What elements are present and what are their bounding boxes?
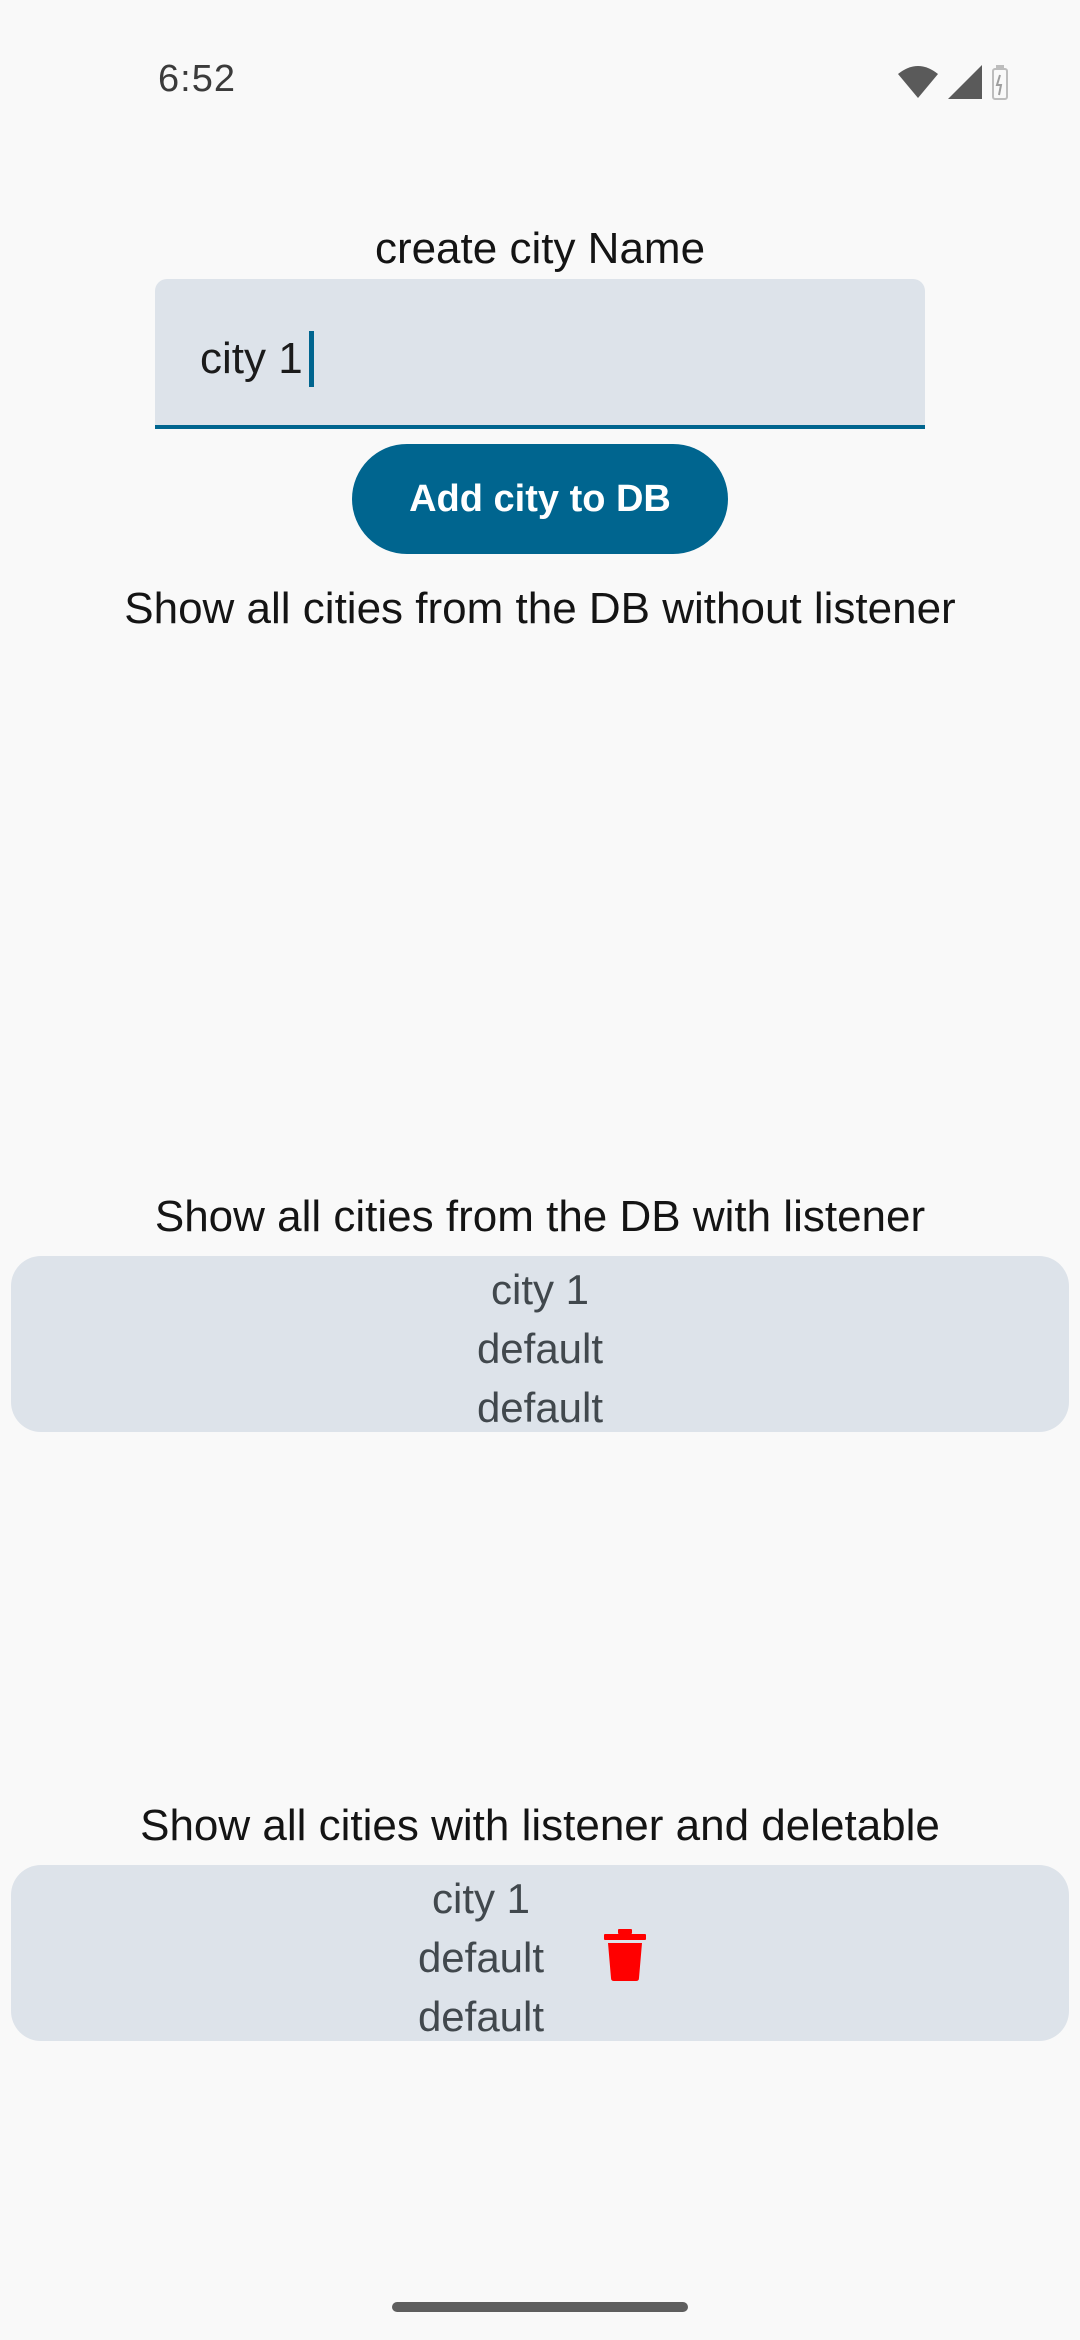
city-field: default	[417, 1934, 545, 1981]
status-time: 6:52	[158, 58, 236, 100]
city-field: default	[476, 1325, 604, 1372]
cell-signal-icon	[946, 63, 984, 101]
city-name-input[interactable]: city 1	[155, 279, 925, 429]
city-name: city 1	[431, 1875, 531, 1922]
trash-icon	[604, 1928, 646, 1986]
status-icons	[896, 60, 1010, 104]
city-field: default	[417, 1993, 545, 2040]
create-city-label: create city Name	[374, 224, 706, 273]
city-name: city 1	[490, 1266, 590, 1313]
home-indicator[interactable]	[392, 2302, 688, 2312]
city-field: default	[476, 1384, 604, 1431]
battery-icon	[990, 63, 1010, 101]
city-card-listener: city 1 default default	[11, 1256, 1069, 1432]
section-no-listener-label: Show all cities from the DB without list…	[124, 584, 956, 633]
city-card-deletable: city 1 default default	[11, 1865, 1069, 2041]
section-deletable-label: Show all cities with listener and deleta…	[140, 1801, 940, 1850]
section-listener-label: Show all cities from the DB with listene…	[154, 1192, 926, 1241]
delete-city-button[interactable]	[593, 1925, 657, 1989]
wifi-icon	[896, 64, 940, 100]
status-bar: 6:52	[0, 0, 1080, 120]
text-cursor	[308, 331, 314, 387]
add-city-button[interactable]: Add city to DB	[352, 444, 728, 554]
city-name-input-value: city 1	[200, 334, 303, 383]
